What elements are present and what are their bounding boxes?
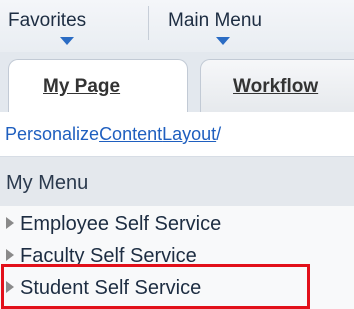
personalize-content-link[interactable]: Content <box>99 124 162 144</box>
personalize-links-bar: PersonalizeContentLayout/ <box>0 112 354 156</box>
tab-workflow[interactable]: Workflow <box>200 59 354 112</box>
main-menu[interactable]: Main Menu <box>168 10 262 32</box>
menu-item-label[interactable]: Faculty Self Service <box>20 245 197 267</box>
personalize-layout-link[interactable]: Layout <box>162 124 216 144</box>
homepage-tab-strip: My Page Workflow <box>0 52 354 112</box>
peoplesoft-portal: Favorites Main Menu My Page Workflow Per… <box>0 0 354 309</box>
personalize-label: Personalize <box>5 124 100 144</box>
expand-arrow-icon[interactable] <box>6 281 14 293</box>
menu-item-label[interactable]: Employee Self Service <box>20 213 221 235</box>
menu-item-label[interactable]: Student Self Service <box>20 277 201 299</box>
tab-workflow-label[interactable]: Workflow <box>233 76 318 98</box>
my-menu-title: My Menu <box>6 172 89 194</box>
expand-arrow-icon[interactable] <box>6 249 14 261</box>
link-separator: / <box>216 124 222 144</box>
menu-item-employee-self-service[interactable]: Employee Self Service <box>6 213 221 239</box>
nav-divider <box>148 6 149 40</box>
top-navigation-bar: Favorites Main Menu <box>0 0 354 52</box>
favorites-dropdown-icon[interactable] <box>60 37 74 45</box>
favorites-menu[interactable]: Favorites <box>8 10 86 32</box>
expand-arrow-icon[interactable] <box>6 217 14 229</box>
tab-my-page-label[interactable]: My Page <box>43 76 120 98</box>
personalize-links: PersonalizeContentLayout/ <box>5 124 221 145</box>
main-menu-dropdown-icon[interactable] <box>216 37 230 45</box>
menu-item-student-self-service[interactable]: Student Self Service <box>6 277 201 303</box>
menu-item-faculty-self-service[interactable]: Faculty Self Service <box>6 245 197 271</box>
my-menu-header: My Menu <box>0 156 354 206</box>
tab-my-page[interactable]: My Page <box>8 59 188 112</box>
my-menu-list: Employee Self Service Faculty Self Servi… <box>0 206 354 309</box>
